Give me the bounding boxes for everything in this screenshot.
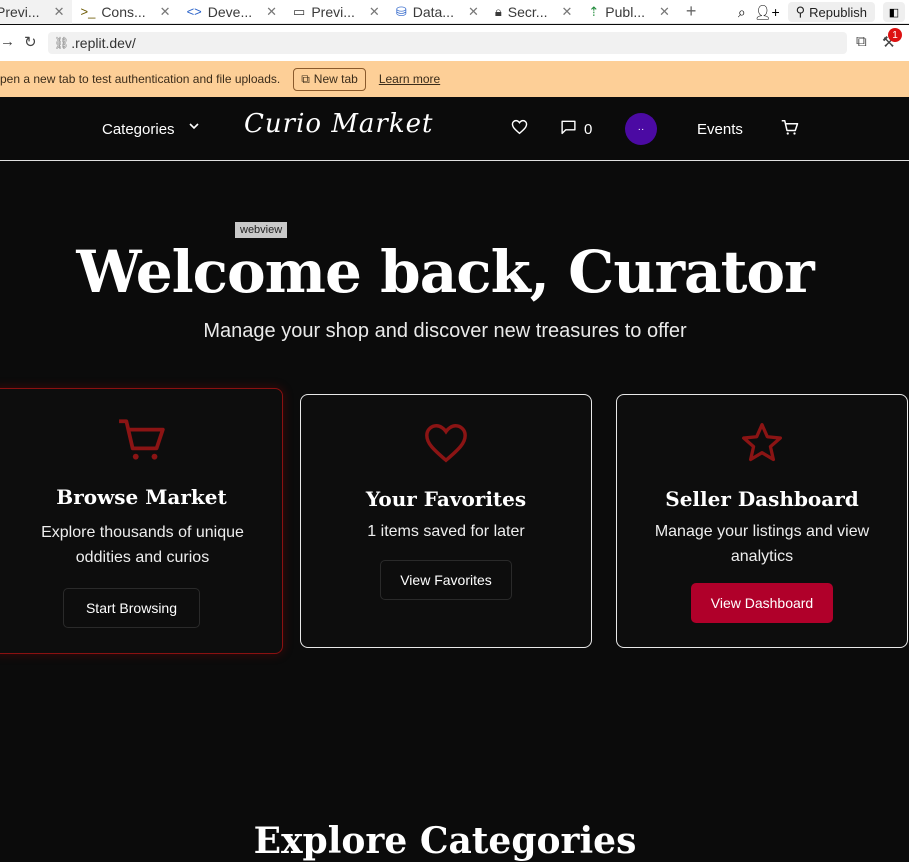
favorites-heart-icon[interactable] [511,119,528,140]
info-banner: pen a new tab to test authentication and… [0,61,909,97]
favorites-card[interactable]: Your Favorites 1 items saved for later V… [300,394,592,648]
seller-dashboard-card[interactable]: Seller Dashboard Manage your listings an… [616,394,908,648]
logo-second: Market [331,109,434,139]
tab-label: Cons... [101,3,146,20]
console-icon: >_ [80,4,96,19]
site-logo[interactable]: Curio Market [244,109,433,139]
close-icon[interactable]: ✕ [468,4,479,20]
categories-menu[interactable]: Categories [102,121,175,138]
view-dashboard-button[interactable]: View Dashboard [691,583,833,623]
tab-preview-2[interactable]: ▭ Previ... ✕ [285,0,388,24]
tab-devtools[interactable]: <> Deve... ✕ [179,0,285,24]
url-text: .replit.dev/ [71,35,136,51]
address-bar-row: → ↻ ⛓ .replit.dev/ ⧉ ⚒ 1 [0,25,909,61]
message-count: 0 [584,121,593,138]
publish-icon: ⚲ [795,4,806,19]
close-icon[interactable]: ✕ [659,4,670,20]
tab-label: Previ... [311,3,355,20]
section-title: Explore Categories [253,820,637,862]
close-icon[interactable]: ✕ [561,4,572,20]
avatar[interactable]: ·· [625,113,657,145]
invite-icon[interactable]: 👤︎+ [754,4,780,21]
close-icon[interactable]: ✕ [369,4,380,20]
forward-icon[interactable]: → [0,33,15,50]
card-title: Your Favorites [365,487,527,511]
tab-label: Deve... [207,3,253,20]
tab-publish[interactable]: ⇡ Publ... ✕ [580,0,678,24]
close-icon[interactable]: ✕ [266,4,277,20]
tab-database[interactable]: ⛁ Data... ✕ [388,0,487,24]
webview-badge: webview [235,222,288,238]
republish-button[interactable]: ⚲ Republish [787,2,875,22]
close-icon[interactable]: ✕ [160,4,171,20]
view-favorites-button[interactable]: View Favorites [380,560,512,600]
messages-icon[interactable] [560,119,577,140]
tab-preview[interactable]: Previ... ✕ [0,0,73,24]
url-field[interactable]: ⛓ .replit.dev/ [48,32,847,54]
chevron-down-icon[interactable] [188,120,200,135]
tab-label: Previ... [0,3,40,20]
tab-label: Data... [412,3,454,20]
republish-label: Republish [809,4,867,20]
banner-message: pen a new tab to test authentication and… [0,72,281,86]
plus-icon: + [685,1,697,21]
cart-icon[interactable] [781,119,799,141]
notification-badge: 1 [888,28,902,42]
panel-toggle-icon[interactable]: ◧ [883,2,905,22]
new-tab-link-button[interactable]: ⧉ New tab [293,67,366,91]
code-icon: <> [186,4,202,19]
card-title: Seller Dashboard [665,487,859,511]
link-icon: ⛓ [54,36,70,50]
database-icon: ⛁ [395,3,407,19]
card-text: Manage your listings and view analytics [654,523,870,565]
cart-icon [0,415,282,465]
new-tab-button[interactable]: + [678,0,705,24]
tab-label: Secr... [507,3,548,20]
tab-label: Publ... [605,3,645,20]
lock-icon: 🔒︎ [494,3,502,19]
external-link-icon: ⧉ [301,71,310,86]
page-subtitle: Manage your shop and discover new treasu… [203,320,687,342]
publish-icon: ⇡ [588,3,600,19]
search-icon[interactable]: ⌕ [738,4,746,21]
page-title: Welcome back, Curator [76,238,814,306]
events-link[interactable]: Events [697,121,743,138]
new-tab-label: New tab [313,72,358,86]
heart-icon [301,421,591,465]
learn-more-link[interactable]: Learn more [379,72,440,86]
reload-icon[interactable]: ↻ [24,33,37,51]
site-header: Categories Curio Market 0 ·· Events [0,97,909,161]
browse-market-card[interactable]: Browse Market Explore thousands of uniqu… [0,388,283,654]
card-title: Browse Market [56,485,227,509]
start-browsing-button[interactable]: Start Browsing [63,588,200,628]
tab-secrets[interactable]: 🔒︎ Secr... ✕ [487,0,581,24]
tab-console[interactable]: >_ Cons... ✕ [72,0,178,24]
card-text: Explore thousands of unique oddities and… [41,524,244,566]
logo-first: Curio [244,109,323,139]
card-text: 1 items saved for later [367,523,525,540]
workspace-tab-bar: Previ... ✕ >_ Cons... ✕ <> Deve... ✕ ▭ P… [0,0,909,24]
devices-icon[interactable]: ⧉ [856,33,867,50]
monitor-icon: ▭ [293,3,306,19]
star-icon [617,421,907,465]
workspace-actions: ⌕ 👤︎+ ⚲ Republish ◧ [738,0,909,24]
close-icon[interactable]: ✕ [54,4,65,20]
